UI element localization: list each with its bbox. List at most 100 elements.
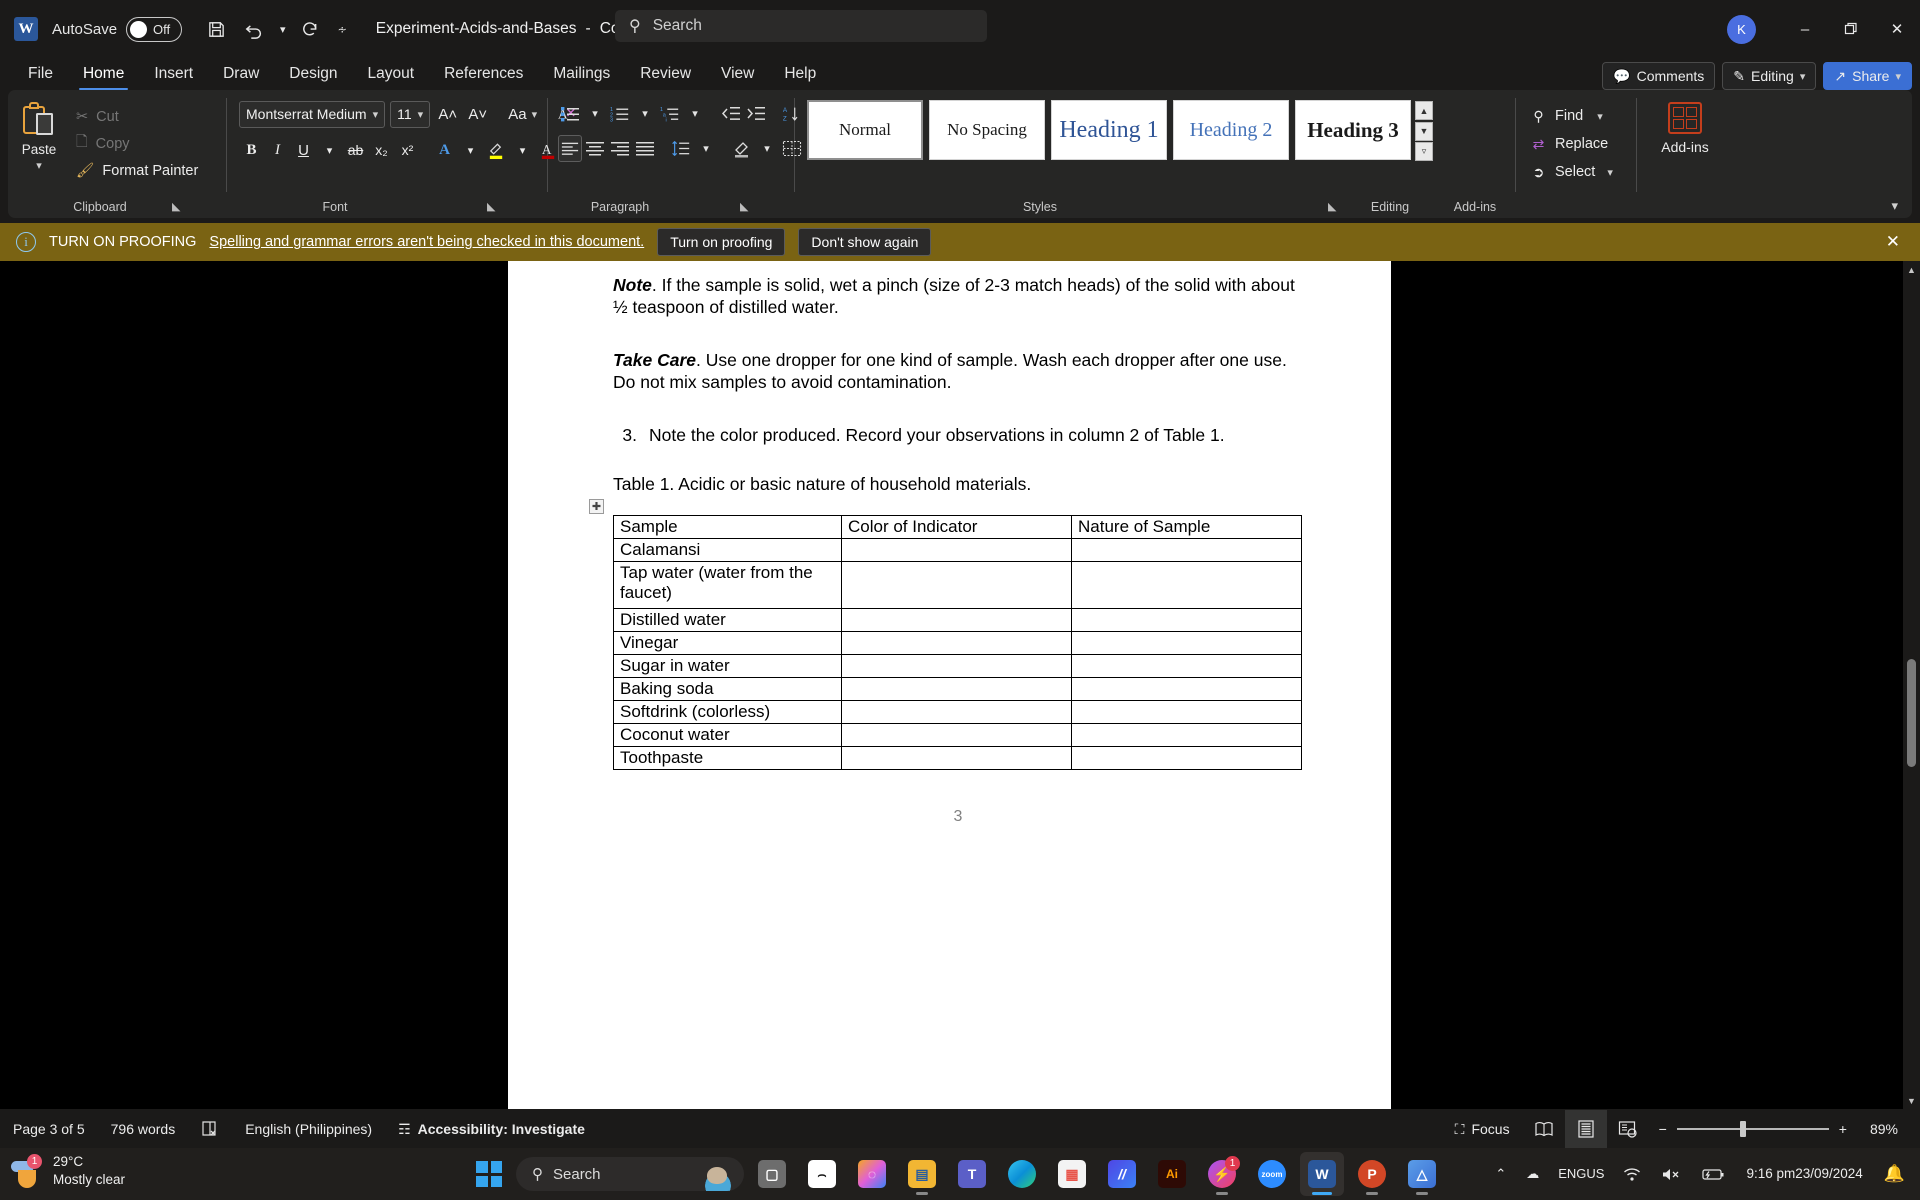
document-page-3[interactable]: 1. Place one (1) teaspoon of each sample… bbox=[508, 261, 1391, 1109]
table-cell-color[interactable] bbox=[841, 654, 1072, 679]
shading-icon[interactable] bbox=[730, 135, 754, 162]
turn-on-proofing-button[interactable]: Turn on proofing bbox=[657, 228, 786, 256]
font-size-combo[interactable]: 11 ▾ bbox=[390, 100, 431, 128]
style-normal[interactable]: Normal bbox=[807, 100, 923, 160]
table-cell-nature[interactable] bbox=[1071, 631, 1302, 656]
chevron-down-icon[interactable]: ▾ bbox=[317, 136, 342, 164]
microsoft-edge-icon[interactable] bbox=[1000, 1152, 1044, 1196]
table-cell-nature[interactable] bbox=[1071, 608, 1302, 633]
tab-references[interactable]: References bbox=[430, 59, 537, 89]
word-count[interactable]: 796 words bbox=[98, 1110, 189, 1148]
table-cell-color[interactable] bbox=[841, 561, 1072, 610]
banner-message-link[interactable]: Spelling and grammar errors aren't being… bbox=[209, 234, 644, 250]
table-cell-nature[interactable] bbox=[1071, 746, 1302, 771]
tab-layout[interactable]: Layout bbox=[354, 59, 429, 89]
photos-icon[interactable]: △ bbox=[1400, 1152, 1444, 1196]
text-effects-button[interactable]: A bbox=[432, 136, 457, 164]
cut-button[interactable]: ✂ Cut bbox=[70, 104, 204, 129]
table-cell-color[interactable] bbox=[841, 677, 1072, 702]
chevron-down-icon[interactable]: ▾ bbox=[633, 100, 657, 127]
table-cell-nature[interactable] bbox=[1071, 677, 1302, 702]
chevron-down-icon[interactable]: ▾ bbox=[36, 159, 42, 172]
undo-icon[interactable] bbox=[235, 11, 273, 47]
scroll-down-icon[interactable]: ▼ bbox=[1903, 1092, 1920, 1109]
subscript-button[interactable]: x₂ bbox=[369, 136, 394, 164]
redo-icon[interactable] bbox=[293, 11, 331, 47]
table-row[interactable]: Vinegar bbox=[613, 631, 1302, 656]
numbering-icon[interactable]: 123 bbox=[608, 100, 632, 127]
table-1-acidic-basic[interactable]: Sample Color of Indicator Nature of Samp… bbox=[613, 514, 1302, 771]
clipboard-dialog-launcher[interactable]: ◣ bbox=[172, 200, 180, 213]
table-cell-sample[interactable]: Baking soda bbox=[613, 677, 842, 702]
battery-charging-icon[interactable] bbox=[1692, 1154, 1734, 1194]
table-cell-color[interactable] bbox=[841, 723, 1072, 748]
restore-button[interactable] bbox=[1828, 9, 1874, 49]
font-name-combo[interactable]: Montserrat Medium ▾ bbox=[239, 100, 386, 128]
table-cell-sample[interactable]: Coconut water bbox=[613, 723, 842, 748]
editing-mode-button[interactable]: ✎ Editing ▾ bbox=[1722, 62, 1817, 90]
page-indicator[interactable]: Page 3 of 5 bbox=[0, 1110, 98, 1148]
paragraph-dialog-launcher[interactable]: ◣ bbox=[740, 200, 748, 213]
chevron-down-icon[interactable]: ▾ bbox=[458, 136, 483, 164]
tab-insert[interactable]: Insert bbox=[140, 59, 207, 89]
italic-button[interactable]: I bbox=[265, 136, 290, 164]
customize-quick-access-icon[interactable]: ∻ bbox=[331, 11, 354, 47]
styles-dialog-launcher[interactable]: ◣ bbox=[1328, 200, 1336, 213]
superscript-button[interactable]: x² bbox=[395, 136, 420, 164]
underline-button[interactable]: U bbox=[291, 136, 316, 164]
focus-button[interactable]: ⛶ Focus bbox=[1442, 1110, 1523, 1148]
table-row[interactable]: Softdrink (colorless) bbox=[613, 700, 1302, 725]
zoom-level[interactable]: 89% bbox=[1857, 1110, 1920, 1148]
zoom-in-button[interactable]: + bbox=[1839, 1121, 1847, 1137]
comments-button[interactable]: 💬 Comments bbox=[1602, 62, 1716, 90]
windows-start-icon[interactable] bbox=[476, 1161, 502, 1187]
language-indicator[interactable]: English (Philippines) bbox=[232, 1110, 385, 1148]
styles-scroll-down-button[interactable]: ▼ bbox=[1415, 121, 1433, 141]
web-layout-button[interactable] bbox=[1607, 1110, 1649, 1148]
styles-more-button[interactable]: ▿ bbox=[1415, 142, 1433, 161]
onedrive-icon[interactable]: ☁ bbox=[1517, 1154, 1548, 1194]
table-cell-color[interactable] bbox=[841, 631, 1072, 656]
microsoft-powerpoint-icon[interactable]: P bbox=[1350, 1152, 1394, 1196]
align-right-icon[interactable] bbox=[608, 135, 632, 162]
align-center-icon[interactable] bbox=[583, 135, 607, 162]
autosave-toggle[interactable]: Off bbox=[126, 16, 183, 42]
font-dialog-launcher[interactable]: ◣ bbox=[487, 200, 495, 213]
table-cell-sample[interactable]: Tap water (water from the faucet) bbox=[613, 561, 842, 610]
chevron-down-icon[interactable]: ▾ bbox=[755, 135, 779, 162]
accessibility-status[interactable]: ☶ Accessibility: Investigate bbox=[385, 1110, 598, 1148]
dont-show-again-button[interactable]: Don't show again bbox=[798, 228, 932, 256]
document-canvas[interactable]: 1. Place one (1) teaspoon of each sample… bbox=[0, 261, 1920, 1109]
adobe-illustrator-icon[interactable]: Ai bbox=[1150, 1152, 1194, 1196]
minimize-button[interactable]: – bbox=[1782, 9, 1828, 49]
scrollbar-thumb[interactable] bbox=[1907, 659, 1916, 767]
replace-button[interactable]: ⇄ Replace bbox=[1530, 130, 1636, 158]
table-cell-sample[interactable]: Softdrink (colorless) bbox=[613, 700, 842, 725]
grow-font-button[interactable]: A˄ bbox=[435, 100, 460, 128]
styles-scroll-up-button[interactable]: ▲ bbox=[1415, 101, 1433, 120]
change-case-button[interactable]: Aa ▾ bbox=[508, 100, 537, 128]
table-row[interactable]: Distilled water bbox=[613, 608, 1302, 633]
table-cell-color[interactable] bbox=[841, 608, 1072, 633]
mega-icon[interactable]: // bbox=[1100, 1152, 1144, 1196]
clock[interactable]: 9:16 pm 23/09/2024 bbox=[1736, 1154, 1872, 1194]
table-cell-color[interactable] bbox=[841, 746, 1072, 771]
tab-home[interactable]: Home bbox=[69, 59, 138, 90]
bullets-icon[interactable] bbox=[558, 100, 582, 127]
table-row[interactable]: Calamansi bbox=[613, 537, 1302, 563]
zoom-thumb[interactable] bbox=[1739, 1121, 1746, 1137]
addins-icon[interactable] bbox=[1668, 102, 1702, 134]
close-button[interactable]: ✕ bbox=[1874, 9, 1920, 49]
messenger-icon[interactable]: ⚡ 1 bbox=[1200, 1152, 1244, 1196]
table-cell-nature[interactable] bbox=[1071, 723, 1302, 748]
share-button[interactable]: ↗ Share ▾ bbox=[1823, 62, 1912, 90]
style-heading-1[interactable]: Heading 1 bbox=[1051, 100, 1167, 160]
table-cell-nature[interactable] bbox=[1071, 537, 1302, 563]
table-cell-color[interactable] bbox=[841, 700, 1072, 725]
justify-icon[interactable] bbox=[633, 135, 657, 162]
zoom-track[interactable] bbox=[1676, 1121, 1829, 1137]
strikethrough-button[interactable]: ab bbox=[343, 136, 368, 164]
table-cell-sample[interactable]: Vinegar bbox=[613, 631, 842, 656]
zoom-out-button[interactable]: − bbox=[1659, 1121, 1667, 1137]
language-indicator[interactable]: ENG US bbox=[1550, 1154, 1612, 1194]
